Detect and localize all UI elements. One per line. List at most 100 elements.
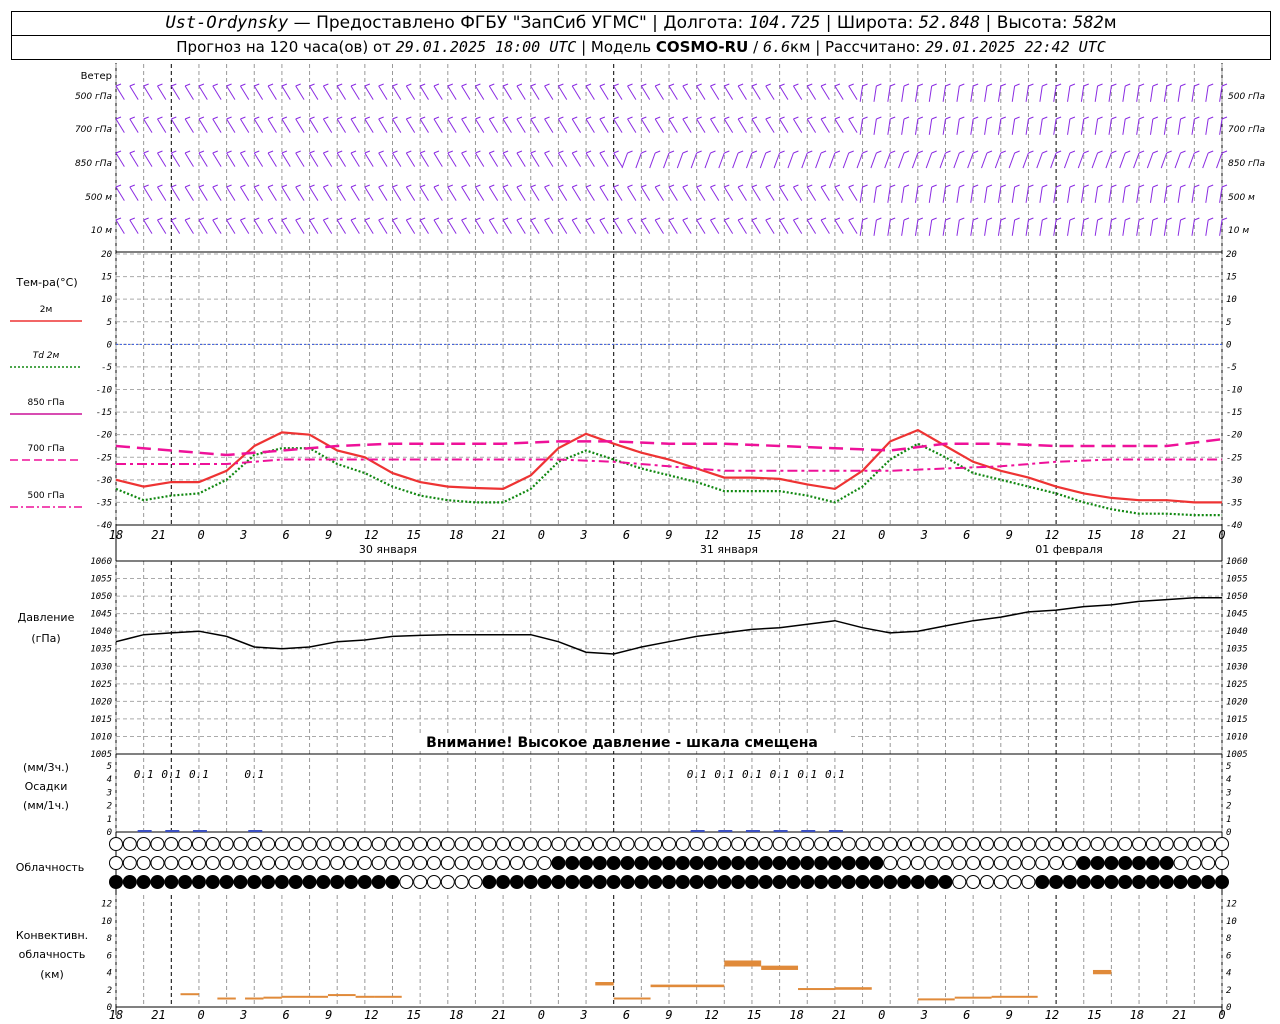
wind-barb-staff [571, 152, 582, 167]
wind-barb-feather [1014, 150, 1020, 154]
wind-barb-staff [143, 118, 153, 133]
wind-barb-feather [641, 217, 647, 221]
wind-barb-feather [986, 184, 993, 188]
cloud-symbol [219, 875, 234, 889]
wind-barb-feather [143, 116, 149, 120]
wind-barb-staff [901, 219, 905, 236]
cloud-symbol [648, 856, 663, 870]
temp-tick-right: -10 [1226, 386, 1242, 396]
pressure-tick-left: 1010 [90, 732, 112, 742]
precip-value-label: 0.1 [161, 768, 181, 781]
wind-barb-feather [115, 217, 122, 221]
wind-barb-feather [696, 150, 702, 154]
wind-barb-staff [419, 186, 429, 201]
conv-hour-label: 6 [283, 1008, 290, 1022]
wind-barb-staff [322, 219, 333, 234]
precip-bar [690, 830, 705, 832]
temp-tick-right: -15 [1226, 408, 1242, 418]
cloud-symbol [772, 875, 787, 889]
wind-barb-feather [1221, 217, 1228, 221]
wind-barb-feather [793, 83, 799, 87]
cloud-symbol [537, 837, 552, 851]
wind-barb-feather [931, 184, 937, 188]
wind-barb-staff [350, 219, 360, 234]
cloud-symbol [1145, 837, 1160, 851]
conv-hour-label: 3 [920, 1008, 928, 1022]
wind-barb-feather [475, 116, 481, 120]
wind-barb-feather [516, 184, 523, 188]
cloud-symbol [634, 856, 649, 870]
wind-barb-feather [876, 150, 882, 154]
cloud-symbol [910, 837, 925, 851]
wind-barb-feather [654, 150, 661, 154]
wind-barb-staff [627, 85, 637, 100]
wind-barb-staff [461, 118, 471, 133]
wind-barb-feather [1166, 184, 1172, 188]
wind-barb-staff [613, 85, 623, 100]
wind-barb-staff [253, 219, 264, 234]
temp-tick-right: -25 [1226, 453, 1242, 463]
wind-barb-feather [641, 184, 647, 188]
wind-barb-feather [917, 116, 924, 120]
cloud-symbol [344, 837, 359, 851]
conv-cloud-bar [917, 998, 955, 1001]
wind-barb-feather [1125, 116, 1131, 120]
temp-legend-label: 500 гПа [27, 491, 64, 501]
wind-barb-staff [873, 186, 877, 203]
cloud-symbol [565, 856, 580, 870]
cloud-symbol [703, 875, 718, 889]
cloud-symbol [592, 837, 607, 851]
wind-barb-staff [901, 118, 905, 135]
wind-barb-feather [641, 83, 647, 87]
wind-barb-feather [890, 116, 896, 120]
wind-barb-staff [336, 219, 346, 234]
precip-bar [718, 830, 733, 832]
wind-barb-feather [724, 217, 730, 221]
cloud-symbol [316, 837, 331, 851]
pressure-tick-right: 1025 [1226, 680, 1248, 690]
wind-barb-staff [898, 152, 905, 169]
conv-hour-label: 21 [1172, 1008, 1186, 1022]
cloud-symbol [869, 856, 884, 870]
wind-barb-staff [627, 186, 637, 201]
wind-barb-staff [690, 152, 698, 169]
wind-barb-staff [806, 85, 817, 100]
temp-tick-right: -5 [1226, 363, 1237, 373]
cloud-symbol [178, 837, 193, 851]
cloud-symbol [219, 837, 234, 851]
cloud-symbol [385, 837, 400, 851]
conv-tick-right: 4 [1226, 969, 1231, 979]
precip-value-label: 0.1 [189, 768, 209, 781]
wind-barb-staff [239, 118, 250, 133]
precip-value-label: 0.1 [797, 768, 817, 781]
wind-barb-feather [890, 83, 896, 87]
wind-barb-staff [447, 186, 457, 201]
wind-barb-feather [710, 83, 716, 87]
wind-barb-feather [765, 150, 771, 154]
wind-barb-feather [406, 184, 412, 188]
temp-hour-label: 18 [109, 528, 123, 542]
wind-barb-staff [870, 152, 877, 169]
wind-barb-feather [599, 217, 606, 221]
precip-value-label: 0.1 [134, 768, 154, 781]
wind-barb-staff [461, 85, 471, 100]
pressure-tick-right: 1005 [1226, 750, 1248, 760]
wind-barb-feather [1055, 217, 1062, 221]
wind-barb-feather [807, 116, 813, 120]
wind-barb-staff [115, 85, 125, 100]
wind-barb-feather [572, 184, 578, 188]
wind-barb-feather [295, 116, 301, 120]
wind-barb-staff [1122, 118, 1126, 135]
wind-barb-staff [1149, 118, 1154, 135]
wind-barb-staff [364, 152, 374, 167]
wind-barb-feather [254, 116, 260, 120]
cloud-symbol [827, 856, 842, 870]
wind-barb-feather [862, 150, 868, 154]
wind-barb-feather [240, 150, 246, 154]
precip-tick-left: 3 [106, 788, 112, 798]
wind-barb-feather [848, 150, 854, 154]
wind-barb-staff [378, 118, 388, 133]
temp-tick-right: 0 [1226, 340, 1231, 350]
wind-barb-feather [143, 83, 149, 87]
wind-barb-staff [820, 186, 830, 201]
